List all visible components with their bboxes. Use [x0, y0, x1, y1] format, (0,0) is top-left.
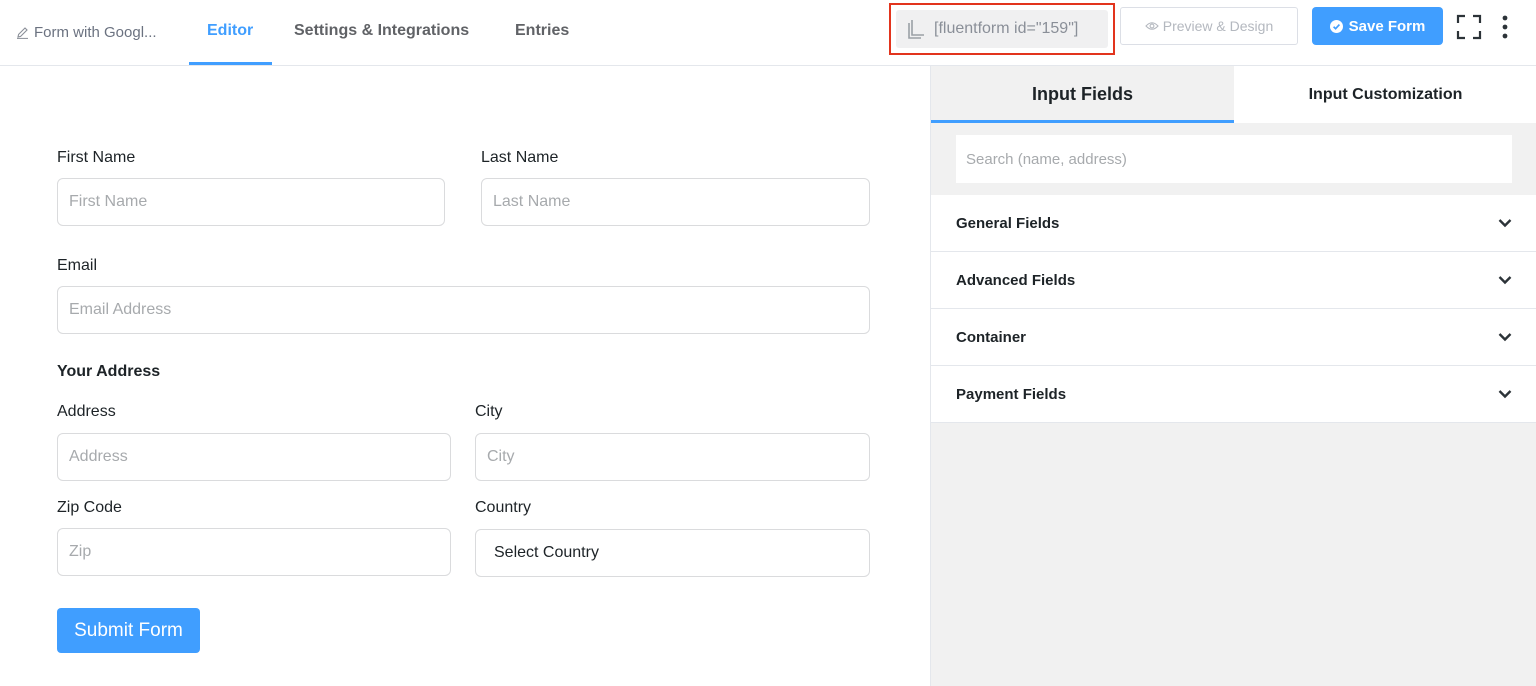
city-label: City — [475, 403, 503, 420]
chevron-down-icon — [1498, 219, 1512, 228]
country-label: Country — [475, 499, 532, 516]
save-form-label: Save Form — [1348, 17, 1426, 35]
accordion-label: Payment Fields — [956, 385, 1067, 403]
accordion-general-fields[interactable]: General Fields — [931, 195, 1536, 252]
tab-input-fields-underline — [931, 120, 1234, 123]
address-input[interactable]: Address — [57, 433, 451, 481]
accordion-label: Container — [956, 328, 1027, 346]
chevron-down-icon — [1498, 276, 1512, 285]
preview-design-label: Preview & Design — [1162, 18, 1274, 34]
tab-editor-underline — [189, 62, 272, 65]
accordion-label: General Fields — [956, 214, 1060, 232]
copy-icon — [908, 20, 924, 39]
zip-code-label: Zip Code — [57, 499, 122, 516]
check-circle-icon — [1329, 19, 1343, 33]
accordion-advanced-fields[interactable]: Advanced Fields — [931, 252, 1536, 309]
shortcode-highlight-box: [fluentform id="159"] — [889, 3, 1115, 55]
address-section-title: Your Address — [57, 363, 161, 380]
address-label: Address — [57, 403, 116, 420]
eye-icon — [1145, 22, 1159, 30]
first-name-label: First Name — [57, 149, 136, 166]
accordion-label: Advanced Fields — [956, 271, 1076, 289]
tab-entries[interactable]: Entries — [515, 22, 569, 40]
last-name-input[interactable]: Last Name — [481, 178, 870, 226]
pencil-icon — [17, 26, 28, 39]
last-name-label: Last Name — [481, 149, 559, 166]
tab-input-customization[interactable]: Input Customization — [1234, 66, 1536, 123]
submit-form-button[interactable]: Submit Form — [57, 608, 200, 653]
kebab-menu-icon[interactable] — [1497, 14, 1513, 40]
first-name-input[interactable]: First Name — [57, 178, 445, 226]
fullscreen-icon[interactable] — [1456, 14, 1482, 40]
tab-editor[interactable]: Editor — [207, 22, 253, 40]
form-editor-canvas: First Name First Name Last Name Last Nam… — [0, 66, 930, 686]
preview-design-button[interactable]: Preview & Design — [1120, 7, 1298, 45]
fields-panel: Input Fields Input Customization Search … — [930, 66, 1536, 686]
shortcode-text: [fluentform id="159"] — [934, 20, 1079, 37]
tab-input-fields[interactable]: Input Fields — [931, 66, 1234, 123]
shortcode-copy-button[interactable]: [fluentform id="159"] — [896, 10, 1108, 48]
tab-settings-integrations[interactable]: Settings & Integrations — [294, 22, 469, 40]
chevron-down-icon — [1498, 333, 1512, 342]
form-title-breadcrumb[interactable]: Form with Googl... — [16, 22, 157, 42]
top-bar: Form with Googl... Editor Settings & Int… — [0, 0, 1536, 66]
field-search-input[interactable]: Search (name, address) — [956, 135, 1512, 183]
email-input[interactable]: Email Address — [57, 286, 870, 334]
email-label: Email — [57, 257, 98, 274]
save-form-button[interactable]: Save Form — [1312, 7, 1443, 45]
country-select[interactable]: Select Country — [475, 529, 870, 577]
chevron-down-icon — [1498, 390, 1512, 399]
zip-code-input[interactable]: Zip — [57, 528, 451, 576]
accordion-payment-fields[interactable]: Payment Fields — [931, 366, 1536, 423]
city-input[interactable]: City — [475, 433, 870, 481]
form-title: Form with Googl... — [34, 23, 157, 41]
accordion-container[interactable]: Container — [931, 309, 1536, 366]
